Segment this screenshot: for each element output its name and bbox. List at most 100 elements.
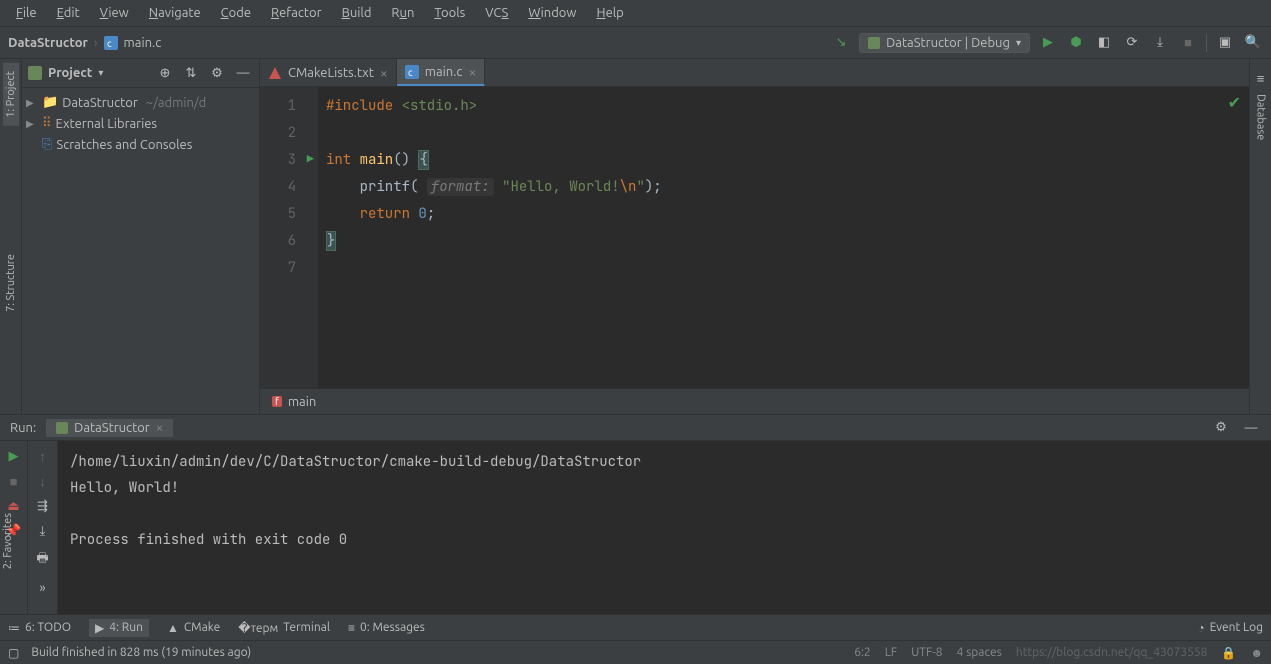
code-token: return (360, 205, 410, 223)
expand-arrow-icon[interactable]: ▶ (26, 118, 38, 130)
print-icon[interactable]: 🖶 (36, 549, 48, 571)
tab-favorites[interactable]: 2: Favorites (0, 505, 16, 577)
close-icon[interactable]: × (380, 65, 388, 81)
breadcrumb-project[interactable]: DataStructor (8, 36, 88, 50)
tree-hint: ~/admin/d (146, 96, 206, 110)
gutter-run-icon[interactable]: ▶ (307, 146, 314, 173)
more-icon[interactable]: » (39, 581, 45, 595)
chevron-down-icon[interactable]: ▾ (98, 67, 103, 79)
run-tab[interactable]: DataStructor × (46, 419, 173, 437)
profile-icon[interactable]: ⟳ (1122, 33, 1142, 53)
editor-body[interactable]: 1 2 3 4 5 6 7 ▶ #include <stdio.h> int m… (260, 87, 1249, 388)
inspection-ok-icon[interactable]: ✔ (1228, 93, 1241, 112)
left-tool-strip: 1: Project 7: Structure (0, 59, 22, 414)
expand-icon[interactable]: ⇅ (181, 63, 201, 83)
crumb-label[interactable]: main (288, 395, 316, 409)
gear-icon[interactable]: ⚙ (207, 63, 227, 83)
separator (1206, 34, 1207, 52)
menu-code[interactable]: Code (213, 4, 259, 22)
tab-main-c[interactable]: c main.c × (397, 59, 486, 86)
menu-file[interactable]: File (8, 4, 45, 22)
database-icon[interactable]: ≡ (1257, 71, 1265, 86)
layout-icon[interactable]: ▣ (1215, 33, 1235, 53)
tree-label: DataStructor (62, 96, 138, 110)
scroll-icon[interactable]: ⤓ (40, 524, 46, 539)
lock-icon[interactable]: 🔒 (1221, 646, 1236, 660)
coverage-icon[interactable]: ◧ (1094, 33, 1114, 53)
menu-vcs[interactable]: VCS (477, 4, 516, 22)
encoding[interactable]: UTF-8 (911, 646, 942, 659)
cmake-icon (268, 66, 282, 80)
debug-icon[interactable]: ⬢ (1066, 33, 1086, 53)
tab-project[interactable]: 1: Project (3, 63, 19, 126)
tree-external-libs[interactable]: ▶ ⠿ External Libraries (22, 113, 259, 134)
left-tool-strip-2: 2: Favorites (0, 505, 22, 577)
run-label: Run: (10, 421, 36, 435)
editor: CMakeLists.txt × c main.c × 1 2 3 4 5 6 … (260, 59, 1249, 414)
tree-label: Scratches and Consoles (56, 138, 192, 152)
hide-icon[interactable]: — (1241, 418, 1261, 438)
menu-window[interactable]: Window (520, 4, 584, 22)
attach-icon[interactable]: ⤓ (1150, 33, 1170, 53)
code-token: \n (620, 178, 637, 196)
menu-help[interactable]: Help (589, 4, 632, 22)
rerun-icon[interactable]: ▶ (9, 449, 19, 464)
line-ending[interactable]: LF (885, 646, 897, 659)
close-icon[interactable]: × (156, 421, 163, 435)
menu-tools[interactable]: Tools (426, 4, 473, 22)
breadcrumb-file[interactable]: main.c (124, 36, 162, 50)
gear-icon[interactable]: ⚙ (1211, 418, 1231, 438)
run-tool-window: Run: DataStructor × ⚙ — ▶ ■ ⏏ 📌 ↑ ↓ ⇶ ⤓ … (0, 414, 1271, 614)
stop-icon[interactable]: ■ (10, 474, 18, 489)
indent[interactable]: 4 spaces (957, 646, 1002, 659)
code-token: 0 (418, 205, 426, 223)
status-icon[interactable]: ▢ (8, 646, 19, 660)
tab-eventlog[interactable]: ◔ Event Log (1197, 621, 1263, 635)
target-icon[interactable]: ⊕ (155, 63, 175, 83)
tree-scratches[interactable]: ⎘ Scratches and Consoles (22, 134, 259, 155)
search-icon[interactable]: 🔍 (1243, 33, 1263, 53)
tab-cmake[interactable]: ▲ CMake (167, 621, 220, 635)
function-badge-icon: f (272, 396, 282, 407)
stop-icon[interactable]: ■ (1178, 33, 1198, 53)
code-content[interactable]: #include <stdio.h> int main() { printf( … (318, 87, 1249, 388)
console-output[interactable]: /home/liuxin/admin/dev/C/DataStructor/cm… (58, 441, 1271, 614)
code-token: <stdio.h> (402, 97, 478, 115)
run-config-select[interactable]: DataStructor | Debug ▾ (859, 33, 1030, 53)
hide-icon[interactable]: — (233, 63, 253, 83)
tab-messages[interactable]: ≡ 0: Messages (348, 621, 425, 635)
tab-terminal[interactable]: �терм Terminal (238, 621, 330, 635)
menu-run[interactable]: Run (383, 4, 422, 22)
menu-build[interactable]: Build (334, 4, 380, 22)
line-number: 4 (266, 174, 296, 201)
menu-view[interactable]: View (92, 4, 137, 22)
menu-navigate[interactable]: Navigate (141, 4, 209, 22)
close-icon[interactable]: × (468, 64, 476, 80)
run-icon[interactable]: ▶ (1038, 33, 1058, 53)
down-icon[interactable]: ↓ (39, 474, 46, 489)
code-token: main (360, 151, 394, 169)
line-number: 6 (266, 228, 296, 255)
tree-root[interactable]: ▶ 📁 DataStructor ~/admin/d (22, 92, 259, 113)
expand-arrow-icon[interactable]: ▶ (26, 97, 38, 109)
tab-database[interactable]: Database (1253, 86, 1269, 148)
code-token: "Hello, World! (502, 178, 620, 196)
menu-refactor[interactable]: Refactor (263, 4, 330, 22)
library-icon: ⠿ (42, 116, 52, 131)
hector-icon[interactable]: ☻ (1250, 646, 1263, 660)
caret-position[interactable]: 6:2 (854, 646, 871, 659)
wrap-icon[interactable]: ⇶ (37, 499, 48, 514)
tab-run[interactable]: ▶ 4: Run (89, 619, 149, 637)
tab-todo[interactable]: ≔ 6: TODO (8, 621, 71, 635)
tab-cmakelists[interactable]: CMakeLists.txt × (260, 59, 397, 86)
console-line: Process finished with exit code 0 (70, 531, 347, 549)
tab-structure[interactable]: 7: Structure (3, 246, 19, 320)
hammer-icon[interactable]: ↘ (831, 33, 851, 53)
menu-edit[interactable]: Edit (49, 4, 88, 22)
application-icon (868, 37, 880, 49)
line-number: 2 (266, 120, 296, 147)
up-icon[interactable]: ↑ (39, 449, 46, 464)
run-tab-label: DataStructor (74, 421, 150, 435)
panel-title: Project (48, 66, 92, 80)
line-number: 5 (266, 201, 296, 228)
